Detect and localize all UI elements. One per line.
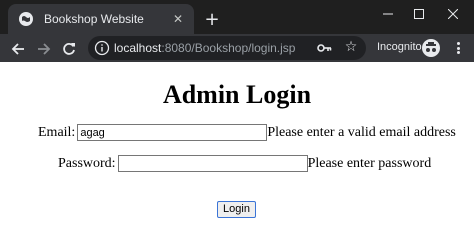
password-row: Password: Please enter password [58,155,431,172]
bookmark-star-icon[interactable]: ☆ [342,38,360,56]
close-window-button[interactable] [435,0,471,28]
email-label: Email: [38,124,76,140]
menu-more-icon[interactable] [450,40,466,56]
maximize-button[interactable] [401,0,437,28]
url-path: :8080/Bookshop/login.jsp [161,41,296,55]
tab-strip: Bookshop Website ✕ + [0,0,474,34]
url-host: localhost [114,41,162,55]
password-error-message: Please enter password [307,155,432,171]
maximize-icon [414,9,424,19]
login-button[interactable]: Login [217,201,256,218]
email-field[interactable] [77,124,268,141]
back-arrow-icon [11,43,24,55]
page-content: Admin Login Email: Please enter a valid … [0,62,474,241]
email-error-message: Please enter a valid email address [267,124,456,140]
reload-button[interactable] [59,39,79,59]
incognito-label: Incognito [377,41,422,53]
incognito-icon[interactable] [422,39,440,57]
password-field[interactable] [117,155,308,172]
tab-close-icon[interactable]: ✕ [170,11,186,27]
info-icon[interactable] [94,40,110,56]
email-row: Email: Please enter a valid email addres… [38,124,456,141]
globe-icon [18,11,34,27]
minimize-icon [383,13,393,15]
browser-tab[interactable]: Bookshop Website ✕ [8,4,194,34]
password-label: Password: [58,155,116,171]
url-text[interactable]: localhost:8080/Bookshop/login.jsp [114,41,295,55]
new-tab-button[interactable]: + [202,10,222,30]
close-icon [448,9,458,19]
key-icon[interactable] [316,40,332,56]
address-bar[interactable]: localhost:8080/Bookshop/login.jsp ☆ [88,36,366,60]
browser-toolbar: localhost:8080/Bookshop/login.jsp ☆ Inco… [0,34,474,62]
forward-arrow-icon [38,43,51,55]
back-button[interactable] [8,39,28,59]
page-title: Admin Login [162,80,312,109]
tab-title: Bookshop Website [44,12,144,26]
reload-icon [63,43,75,55]
forward-button[interactable] [34,39,54,59]
